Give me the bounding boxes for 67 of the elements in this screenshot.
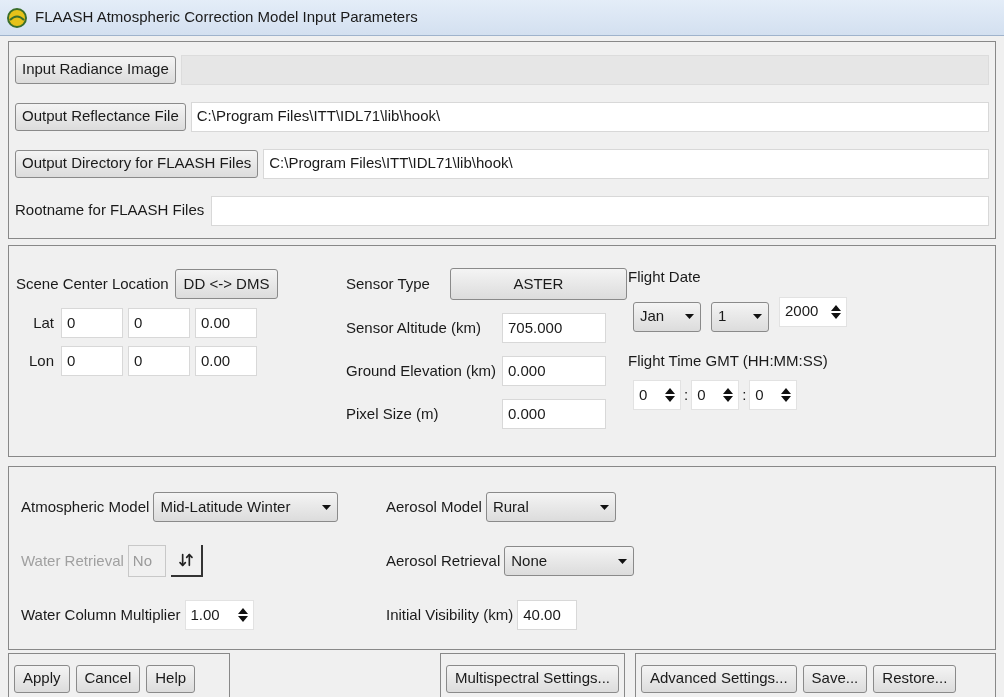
- action-button[interactable]: Advanced Settings...: [641, 664, 797, 693]
- coordinate-label: Lat: [32, 312, 55, 333]
- sensor-value-field[interactable]: 705.000: [502, 313, 606, 343]
- coordinate-field[interactable]: 0.00: [195, 346, 257, 376]
- dropdown[interactable]: None: [504, 546, 635, 576]
- caret-icon: [322, 504, 332, 510]
- path-field[interactable]: C:\Program Files\ITT\IDL71\lib\hook\: [190, 101, 989, 132]
- window-title: FLAASH Atmospheric Correction Model Input Parameters: [35, 7, 418, 28]
- caret-icon: [685, 314, 694, 319]
- field-label: Scene Center Location: [16, 273, 169, 294]
- spinner-arrows-icon[interactable]: [665, 388, 675, 402]
- field-label: Atmospheric Model: [21, 496, 150, 517]
- field-label: Water Column Multiplier: [21, 604, 181, 625]
- spinner-arrows-icon[interactable]: [723, 388, 734, 402]
- swap-toggle-button[interactable]: [170, 545, 203, 577]
- time-separator: :: [684, 384, 689, 405]
- coordinate-field[interactable]: 0: [128, 346, 190, 376]
- field-label: Flight Time GMT (HH:MM:SS): [628, 350, 829, 371]
- path-field[interactable]: C:\Program Files\ITT\IDL71\lib\hook\: [263, 148, 989, 179]
- spinner-field[interactable]: 2000: [779, 296, 847, 327]
- field-label: Initial Visibility (km): [386, 604, 514, 625]
- caret-icon: [599, 504, 609, 510]
- spinner-arrows-icon[interactable]: [237, 608, 248, 622]
- time-separator: :: [742, 384, 747, 405]
- app-logo-icon: [7, 7, 27, 28]
- coordinate-field[interactable]: 0.00: [195, 308, 257, 338]
- field-label: Water Retrieval: [21, 550, 124, 571]
- field-label: Pixel Size (m): [346, 403, 439, 424]
- dropdown[interactable]: 1: [711, 301, 769, 332]
- coordinate-label: Lon: [28, 350, 55, 371]
- sensor-type-button[interactable]: ASTER: [449, 268, 627, 300]
- action-button[interactable]: Apply: [14, 664, 70, 693]
- file-select-button[interactable]: Output Directory for FLAASH Files: [15, 149, 259, 178]
- caret-icon: [753, 314, 762, 319]
- dropdown[interactable]: Rural: [485, 492, 616, 522]
- file-select-button[interactable]: Output Reflectance File: [15, 102, 186, 131]
- spinner-field[interactable]: 1.00: [184, 600, 254, 630]
- dd-dms-toggle-button[interactable]: DD <-> DMS: [174, 269, 279, 299]
- spinner-field[interactable]: 0: [749, 380, 798, 410]
- coordinate-field[interactable]: 0: [61, 308, 123, 338]
- field-label: Sensor Type: [346, 273, 430, 294]
- spinner-arrows-icon[interactable]: [781, 388, 792, 402]
- action-button[interactable]: Cancel: [75, 664, 141, 693]
- spinner-arrows-icon[interactable]: [831, 304, 841, 319]
- coordinate-field[interactable]: 0: [61, 346, 123, 376]
- action-button[interactable]: Multispectral Settings...: [445, 664, 619, 693]
- path-field[interactable]: [211, 195, 989, 226]
- dropdown[interactable]: Mid-Latitude Winter: [153, 492, 339, 522]
- field-label: Aerosol Retrieval: [386, 550, 501, 571]
- action-button[interactable]: Save...: [802, 664, 868, 693]
- sensor-value-field[interactable]: 0.000: [502, 356, 606, 386]
- field-label: Aerosol Model: [386, 496, 482, 517]
- visibility-field[interactable]: 40.00: [517, 600, 578, 630]
- action-button[interactable]: Restore...: [873, 664, 957, 693]
- swap-arrows-icon: [177, 552, 194, 568]
- field-label: Ground Elevation (km): [346, 360, 497, 381]
- field-label: Sensor Altitude (km): [346, 317, 482, 338]
- sensor-value-field[interactable]: 0.000: [502, 399, 606, 429]
- spinner-field[interactable]: 0: [691, 380, 740, 410]
- caret-icon: [618, 558, 628, 564]
- toggle-value-field: No: [127, 545, 166, 577]
- field-label: Flight Date: [628, 267, 702, 287]
- dropdown[interactable]: Jan: [633, 301, 701, 332]
- coordinate-field[interactable]: 0: [128, 308, 190, 338]
- field-label: Rootname for FLAASH Files: [15, 200, 206, 221]
- spinner-field[interactable]: 0: [633, 380, 681, 410]
- action-button[interactable]: Help: [146, 664, 196, 693]
